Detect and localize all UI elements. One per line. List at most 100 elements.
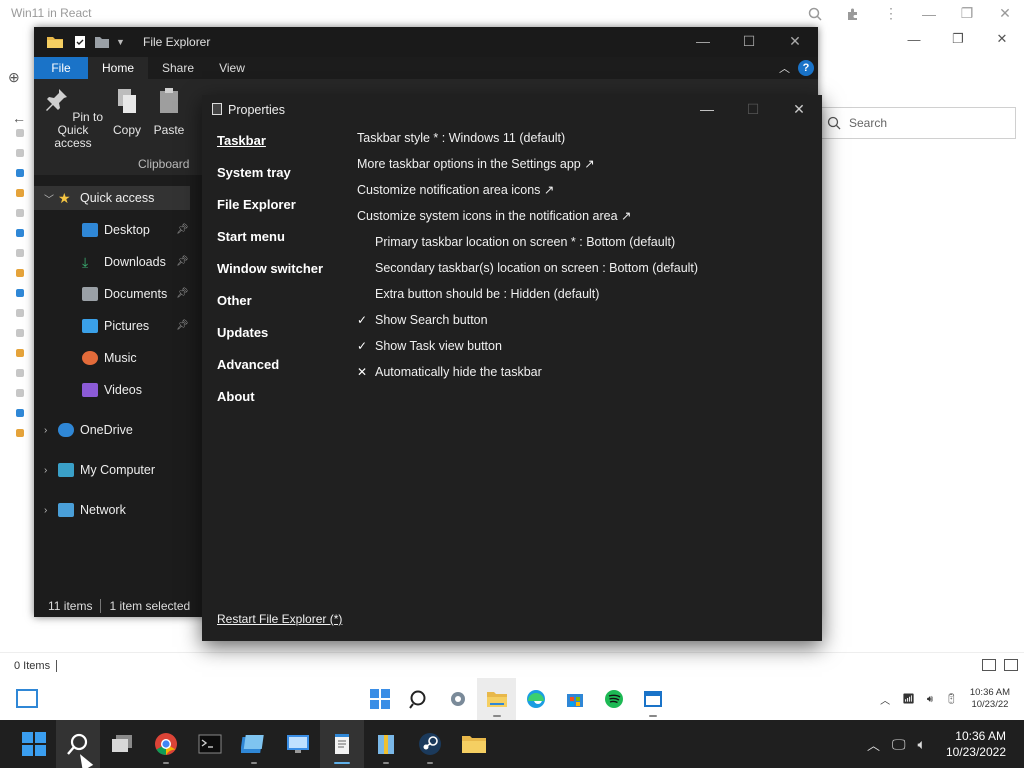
details-view-icon[interactable] [982, 659, 996, 671]
inner-start-icon[interactable] [360, 678, 399, 720]
browser-minimize-icon[interactable]: — [910, 0, 948, 27]
props-nav-about[interactable]: About [217, 387, 323, 419]
taskbar-style-option[interactable]: Taskbar style * : Windows 11 (default) [357, 129, 698, 155]
widgets-icon[interactable] [16, 689, 38, 708]
inner-spotify-icon[interactable] [594, 678, 633, 720]
collapse-ribbon-icon[interactable]: ︿ [779, 60, 790, 76]
nav-desktop[interactable]: Desktop 📌︎ [34, 218, 190, 242]
nav-pictures[interactable]: Pictures 📌︎ [34, 314, 190, 338]
customize-toolbar-icon[interactable]: ▼ [116, 37, 125, 47]
properties-icon[interactable] [74, 35, 86, 49]
props-close-icon[interactable]: ✕ [776, 95, 822, 123]
nav-downloads[interactable]: ⤓ Downloads 📌︎ [34, 250, 190, 274]
chevron-up-icon[interactable]: ︿ [867, 735, 880, 754]
volume-icon[interactable]: 🔈︎ [918, 736, 926, 753]
fe-close-icon[interactable]: ✕ [772, 27, 818, 55]
nav-network[interactable]: › Network [34, 498, 190, 522]
nav-documents[interactable]: Documents 📌︎ [34, 282, 190, 306]
auto-hide-taskbar-toggle[interactable]: ✕ Automatically hide the taskbar [357, 363, 698, 389]
inner-edge-icon[interactable] [516, 678, 555, 720]
nav-my-computer[interactable]: › My Computer [34, 458, 190, 482]
pin-icon[interactable]: 📌︎ [176, 320, 189, 332]
copy-button[interactable]: Copy [112, 87, 142, 137]
inner-file-explorer-icon[interactable] [477, 678, 516, 720]
secondary-taskbar-location-option[interactable]: Secondary taskbar(s) location on screen … [357, 259, 698, 285]
plus-icon[interactable]: ⊕ [8, 69, 26, 86]
nav-onedrive[interactable]: › OneDrive [34, 418, 190, 442]
props-minimize-icon[interactable]: — [684, 95, 730, 123]
steam-icon[interactable] [408, 720, 452, 768]
host-clock[interactable]: 10:36 AM 10/23/2022 [946, 728, 1006, 760]
props-nav-taskbar[interactable]: Taskbar [217, 131, 323, 163]
pin-icon[interactable]: 📌︎ [176, 256, 189, 268]
props-nav-system-tray[interactable]: System tray [217, 163, 323, 195]
task-view-icon[interactable] [100, 720, 144, 768]
display-icon[interactable]: 🖵︎ [892, 736, 906, 753]
chrome-icon[interactable] [144, 720, 188, 768]
extra-button-option[interactable]: Extra button should be : Hidden (default… [357, 285, 698, 311]
chevron-right-icon[interactable]: › [44, 505, 58, 516]
primary-taskbar-location-option[interactable]: Primary taskbar location on screen * : B… [357, 233, 698, 259]
tab-file[interactable]: File [34, 57, 88, 79]
nav-music[interactable]: Music [34, 346, 190, 370]
chevron-down-icon[interactable]: ﹀ [44, 191, 58, 206]
bg-minimize-icon[interactable]: — [892, 27, 936, 51]
file-explorer-icon[interactable] [452, 720, 496, 768]
pin-quick-access-button[interactable]: Pin to Quick access [40, 87, 106, 150]
props-nav-window-switcher[interactable]: Window switcher [217, 259, 323, 291]
props-nav-updates[interactable]: Updates [217, 323, 323, 355]
bg-restore-icon[interactable]: ❐ [936, 27, 980, 51]
inner-search-icon[interactable] [399, 678, 438, 720]
inner-settings-icon[interactable] [438, 678, 477, 720]
search-box[interactable]: Search [820, 107, 1016, 139]
show-search-button-toggle[interactable]: ✓ Show Search button [357, 311, 698, 337]
inner-store-icon[interactable] [555, 678, 594, 720]
tab-share[interactable]: Share [152, 57, 204, 79]
inner-wifi-icon[interactable]: 📶︎ [902, 694, 915, 705]
paste-button[interactable]: Paste [152, 87, 186, 137]
zoom-icon[interactable] [796, 0, 834, 27]
tiles-view-icon[interactable] [1004, 659, 1018, 671]
search-placeholder: Search [849, 116, 888, 130]
chevron-right-icon[interactable]: › [44, 465, 58, 476]
props-nav-start-menu[interactable]: Start menu [217, 227, 323, 259]
extensions-icon[interactable] [834, 0, 872, 27]
show-task-view-toggle[interactable]: ✓ Show Task view button [357, 337, 698, 363]
inner-volume-icon[interactable]: 🔊︎ [927, 694, 933, 705]
new-folder-icon[interactable] [94, 35, 110, 49]
start-icon[interactable] [12, 720, 56, 768]
chevron-right-icon[interactable]: › [44, 425, 58, 436]
inner-chevron-up-icon[interactable]: ︿ [880, 692, 890, 707]
inner-clock[interactable]: 10:36 AM 10/23/22 [970, 687, 1010, 711]
props-nav-other[interactable]: Other [217, 291, 323, 323]
restart-explorer-link[interactable]: Restart File Explorer (*) [217, 612, 342, 626]
bg-close-icon[interactable]: ✕ [980, 27, 1024, 51]
browser-close-icon[interactable]: ✕ [986, 0, 1024, 27]
tab-home[interactable]: Home [88, 57, 148, 79]
help-icon[interactable]: ? [798, 60, 814, 76]
file-explorer-status-bar: 11 items 1 item selected [34, 595, 204, 617]
pin-icon[interactable]: 📌︎ [176, 288, 189, 300]
notepad-icon[interactable] [320, 720, 364, 768]
props-nav-file-explorer[interactable]: File Explorer [217, 195, 323, 227]
network-icon [58, 503, 74, 517]
remote-desktop-icon[interactable] [276, 720, 320, 768]
archive-icon[interactable] [364, 720, 408, 768]
tab-view[interactable]: View [210, 57, 254, 79]
settings-app-link[interactable]: More taskbar options in the Settings app… [357, 155, 698, 181]
pictures-icon [82, 319, 98, 333]
files-app-icon[interactable] [232, 720, 276, 768]
nav-videos[interactable]: Videos [34, 378, 190, 402]
browser-restore-icon[interactable]: ❐ [948, 0, 986, 27]
notification-icons-link[interactable]: Customize notification area icons ↗ [357, 181, 698, 207]
system-icons-link[interactable]: Customize system icons in the notificati… [357, 207, 698, 233]
fe-minimize-icon[interactable]: — [680, 27, 726, 55]
pin-icon[interactable]: 📌︎ [176, 224, 189, 236]
inner-battery-icon[interactable]: 🔋︎ [945, 694, 958, 705]
more-menu-icon[interactable]: ⋮ [872, 0, 910, 27]
fe-maximize-icon[interactable]: ☐ [726, 27, 772, 55]
terminal-icon[interactable] [188, 720, 232, 768]
props-nav-advanced[interactable]: Advanced [217, 355, 323, 387]
inner-terminal-icon[interactable] [633, 678, 672, 720]
nav-quick-access[interactable]: ﹀ ★ Quick access [34, 186, 190, 210]
